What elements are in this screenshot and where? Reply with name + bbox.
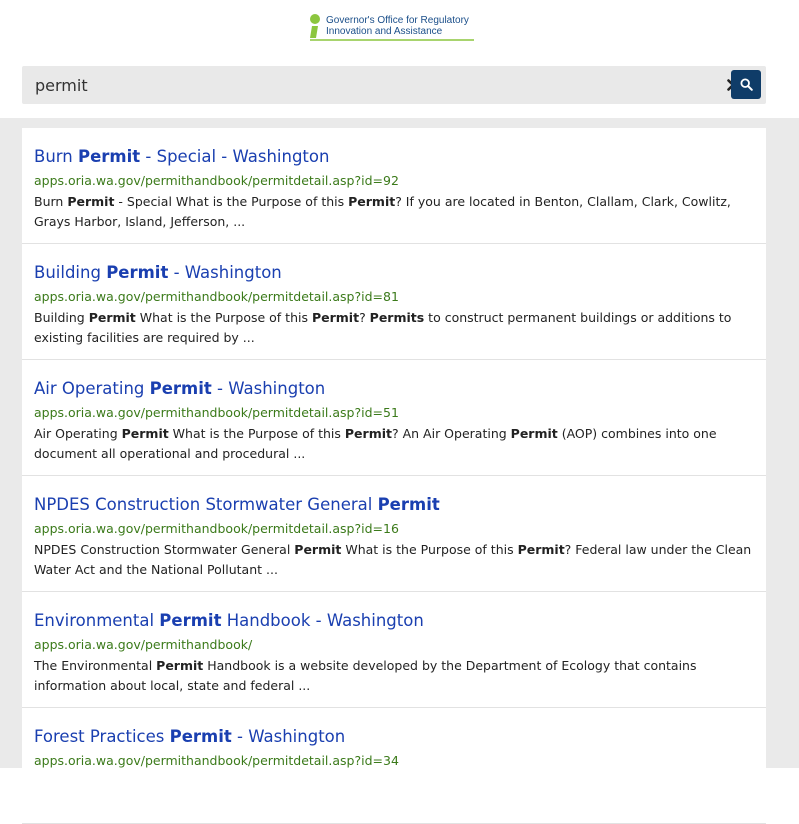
title-text: Forest Practices xyxy=(34,727,170,746)
result-title-link[interactable]: Environmental Permit Handbook - Washingt… xyxy=(34,611,424,630)
result-title-link[interactable]: Building Permit - Washington xyxy=(34,263,282,282)
snippet-text: NPDES Construction Stormwater General xyxy=(34,542,295,557)
result-url: apps.oria.wa.gov/permithandbook/permitde… xyxy=(34,521,399,536)
snippet-highlight: Permit xyxy=(121,426,169,441)
snippet-highlight: Permits xyxy=(369,310,425,325)
result-snippet: Air Operating Permit What is the Purpose… xyxy=(34,424,754,464)
title-text: - Washington xyxy=(231,727,346,746)
snippet-highlight: Permit xyxy=(510,426,558,441)
title-text: Burn xyxy=(34,147,78,166)
result-snippet: The Environmental Permit Handbook is a w… xyxy=(34,656,754,696)
snippet-highlight: Permit xyxy=(156,658,204,673)
result-url: apps.oria.wa.gov/permithandbook/permitde… xyxy=(34,405,399,420)
search-input[interactable] xyxy=(22,66,702,104)
snippet-highlight: Permit xyxy=(294,542,342,557)
title-text: Building xyxy=(34,263,107,282)
snippet-text: The Environmental xyxy=(34,658,157,673)
snippet-text: Building xyxy=(34,310,89,325)
result-url: apps.oria.wa.gov/permithandbook/ xyxy=(34,637,253,652)
snippet-highlight: Permit xyxy=(517,542,565,557)
result-title-link[interactable]: NPDES Construction Stormwater General Pe… xyxy=(34,495,440,514)
result-item: Environmental Permit Handbook - Washingt… xyxy=(22,592,766,708)
result-item: Air Operating Permit - Washington apps.or… xyxy=(22,360,766,476)
snippet-text: - Special What is the Purpose of this xyxy=(114,194,349,209)
title-text: - Special - Washington xyxy=(140,147,330,166)
title-text: - Washington xyxy=(168,263,282,282)
snippet-highlight: Permit xyxy=(88,310,136,325)
snippet-text: What is the Purpose of this xyxy=(168,426,345,441)
title-text: NPDES Construction Stormwater General xyxy=(34,495,378,514)
result-title-link[interactable]: Burn Permit - Special - Washington xyxy=(34,147,329,166)
title-text: - Washington xyxy=(211,379,326,398)
search-button[interactable] xyxy=(731,70,761,99)
result-title-link[interactable]: Forest Practices Permit - Washington xyxy=(34,727,345,746)
snippet-text: Burn xyxy=(34,194,68,209)
title-highlight: Permit xyxy=(377,495,440,514)
snippet-highlight: Permit xyxy=(348,194,396,209)
results-list: Burn Permit - Special - Washington apps.o… xyxy=(22,128,766,824)
result-snippet: Burn Permit - Special What is the Purpos… xyxy=(34,192,754,232)
results-area: Burn Permit - Special - Washington apps.o… xyxy=(0,118,799,824)
snippet-text: Air Operating xyxy=(34,426,122,441)
header: Governor's Office for Regulatory Innovat… xyxy=(0,0,799,56)
result-url: apps.oria.wa.gov/permithandbook/permitde… xyxy=(34,289,399,304)
search-bar xyxy=(22,66,766,104)
title-text: Environmental xyxy=(34,611,160,630)
snippet-highlight: Permit xyxy=(67,194,115,209)
result-item: Forest Practices Permit - Washington apps… xyxy=(22,708,766,824)
result-url: apps.oria.wa.gov/permithandbook/permitde… xyxy=(34,173,399,188)
title-highlight: Permit xyxy=(169,727,232,746)
title-highlight: Permit xyxy=(149,379,212,398)
snippet-highlight: Permit xyxy=(311,310,360,325)
title-highlight: Permit xyxy=(106,263,169,282)
logo-line-1: Governor's Office for Regulatory xyxy=(326,15,469,26)
snippet-text: ? An Air Operating xyxy=(391,426,511,441)
title-highlight: Permit xyxy=(77,147,141,166)
search-icon xyxy=(739,78,753,91)
result-title-link[interactable]: Air Operating Permit - Washington xyxy=(34,379,325,398)
result-url: apps.oria.wa.gov/permithandbook/permitde… xyxy=(34,753,399,768)
logo-text: Governor's Office for Regulatory Innovat… xyxy=(326,15,469,37)
snippet-highlight: Permit xyxy=(344,426,392,441)
result-snippet: Building Permit What is the Purpose of t… xyxy=(34,308,754,348)
snippet-text: ? xyxy=(359,310,370,325)
result-item: Building Permit - Washington apps.oria.wa… xyxy=(22,244,766,360)
title-text: Air Operating xyxy=(34,379,150,398)
logo-line-2: Innovation and Assistance xyxy=(326,26,443,37)
result-snippet: NPDES Construction Stormwater General Pe… xyxy=(34,540,754,580)
snippet-text: What is the Purpose of this xyxy=(135,310,312,325)
result-item: Burn Permit - Special - Washington apps.o… xyxy=(22,128,766,244)
result-item: NPDES Construction Stormwater General Pe… xyxy=(22,476,766,592)
title-text: Handbook - Washington xyxy=(221,611,424,630)
snippet-text: What is the Purpose of this xyxy=(341,542,518,557)
title-highlight: Permit xyxy=(159,611,222,630)
oria-logo[interactable]: Governor's Office for Regulatory Innovat… xyxy=(308,12,474,44)
